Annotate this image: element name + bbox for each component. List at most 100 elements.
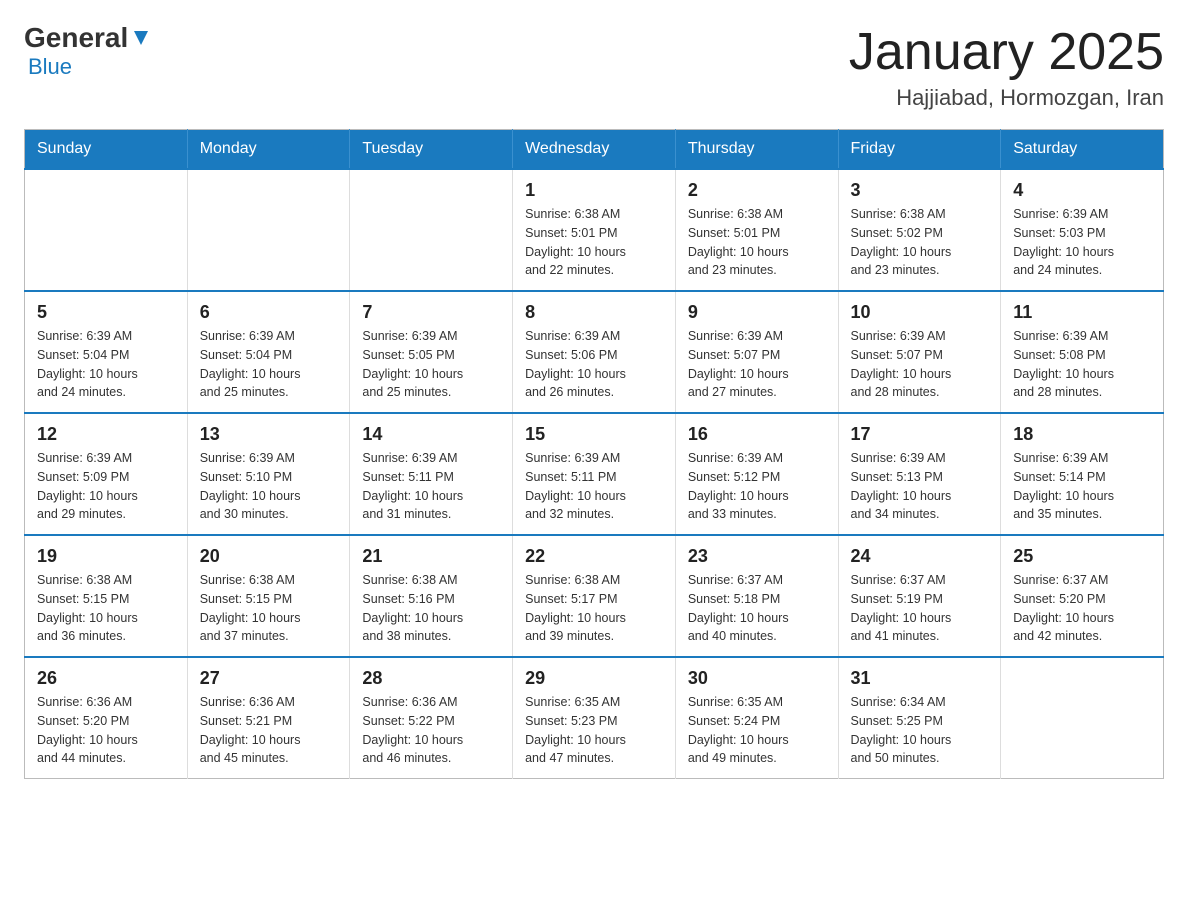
header-monday: Monday [187, 130, 350, 170]
calendar-cell: 24 Sunrise: 6:37 AM Sunset: 5:19 PM Dayli… [838, 535, 1001, 657]
day-info: Sunrise: 6:38 AM Sunset: 5:15 PM Dayligh… [37, 571, 175, 646]
day-info: Sunrise: 6:38 AM Sunset: 5:16 PM Dayligh… [362, 571, 500, 646]
day-number: 15 [525, 424, 663, 445]
day-number: 6 [200, 302, 338, 323]
day-info: Sunrise: 6:39 AM Sunset: 5:14 PM Dayligh… [1013, 449, 1151, 524]
calendar-subtitle: Hajjiabad, Hormozgan, Iran [849, 85, 1164, 111]
calendar-cell: 16 Sunrise: 6:39 AM Sunset: 5:12 PM Dayli… [675, 413, 838, 535]
day-number: 11 [1013, 302, 1151, 323]
day-info: Sunrise: 6:36 AM Sunset: 5:22 PM Dayligh… [362, 693, 500, 768]
day-info: Sunrise: 6:38 AM Sunset: 5:15 PM Dayligh… [200, 571, 338, 646]
day-number: 30 [688, 668, 826, 689]
calendar-cell [187, 169, 350, 291]
calendar-cell: 21Sunrise: 6:38 AM Sunset: 5:16 PM Dayli… [350, 535, 513, 657]
logo-blue-text: Blue [28, 54, 72, 80]
day-info: Sunrise: 6:39 AM Sunset: 5:07 PM Dayligh… [688, 327, 826, 402]
day-number: 31 [851, 668, 989, 689]
day-info: Sunrise: 6:39 AM Sunset: 5:11 PM Dayligh… [362, 449, 500, 524]
calendar-cell: 8 Sunrise: 6:39 AM Sunset: 5:06 PM Daylig… [513, 291, 676, 413]
calendar-week-row: 12Sunrise: 6:39 AM Sunset: 5:09 PM Dayli… [25, 413, 1164, 535]
day-info: Sunrise: 6:38 AM Sunset: 5:01 PM Dayligh… [688, 205, 826, 280]
day-number: 19 [37, 546, 175, 567]
day-info: Sunrise: 6:38 AM Sunset: 5:17 PM Dayligh… [525, 571, 663, 646]
day-number: 9 [688, 302, 826, 323]
calendar-week-row: 5 Sunrise: 6:39 AM Sunset: 5:04 PM Daylig… [25, 291, 1164, 413]
title-block: January 2025 Hajjiabad, Hormozgan, Iran [849, 24, 1164, 111]
day-info: Sunrise: 6:39 AM Sunset: 5:06 PM Dayligh… [525, 327, 663, 402]
calendar-cell: 9 Sunrise: 6:39 AM Sunset: 5:07 PM Daylig… [675, 291, 838, 413]
day-info: Sunrise: 6:39 AM Sunset: 5:08 PM Dayligh… [1013, 327, 1151, 402]
calendar-title: January 2025 [849, 24, 1164, 81]
calendar-cell [1001, 657, 1164, 779]
calendar-cell: 15 Sunrise: 6:39 AM Sunset: 5:11 PM Dayli… [513, 413, 676, 535]
calendar-cell: 29Sunrise: 6:35 AM Sunset: 5:23 PM Dayli… [513, 657, 676, 779]
calendar-cell: 1Sunrise: 6:38 AM Sunset: 5:01 PM Daylig… [513, 169, 676, 291]
day-info: Sunrise: 6:39 AM Sunset: 5:05 PM Dayligh… [362, 327, 500, 402]
calendar-cell: 14 Sunrise: 6:39 AM Sunset: 5:11 PM Dayli… [350, 413, 513, 535]
day-info: Sunrise: 6:36 AM Sunset: 5:21 PM Dayligh… [200, 693, 338, 768]
calendar-header-row: SundayMondayTuesdayWednesdayThursdayFrid… [25, 130, 1164, 170]
day-info: Sunrise: 6:36 AM Sunset: 5:20 PM Dayligh… [37, 693, 175, 768]
calendar-cell: 23Sunrise: 6:37 AM Sunset: 5:18 PM Dayli… [675, 535, 838, 657]
day-info: Sunrise: 6:39 AM Sunset: 5:11 PM Dayligh… [525, 449, 663, 524]
day-info: Sunrise: 6:39 AM Sunset: 5:07 PM Dayligh… [851, 327, 989, 402]
day-number: 25 [1013, 546, 1151, 567]
calendar-week-row: 1Sunrise: 6:38 AM Sunset: 5:01 PM Daylig… [25, 169, 1164, 291]
day-number: 27 [200, 668, 338, 689]
day-number: 4 [1013, 180, 1151, 201]
header-sunday: Sunday [25, 130, 188, 170]
calendar-cell: 31 Sunrise: 6:34 AM Sunset: 5:25 PM Dayli… [838, 657, 1001, 779]
day-number: 12 [37, 424, 175, 445]
day-info: Sunrise: 6:39 AM Sunset: 5:13 PM Dayligh… [851, 449, 989, 524]
calendar-cell: 5 Sunrise: 6:39 AM Sunset: 5:04 PM Daylig… [25, 291, 188, 413]
header-tuesday: Tuesday [350, 130, 513, 170]
calendar-week-row: 26 Sunrise: 6:36 AM Sunset: 5:20 PM Dayli… [25, 657, 1164, 779]
calendar-cell: 25 Sunrise: 6:37 AM Sunset: 5:20 PM Dayli… [1001, 535, 1164, 657]
day-number: 18 [1013, 424, 1151, 445]
day-number: 20 [200, 546, 338, 567]
calendar-cell: 7Sunrise: 6:39 AM Sunset: 5:05 PM Daylig… [350, 291, 513, 413]
page-header: General Blue January 2025 Hajjiabad, Hor… [24, 24, 1164, 111]
day-info: Sunrise: 6:37 AM Sunset: 5:19 PM Dayligh… [851, 571, 989, 646]
calendar-table: SundayMondayTuesdayWednesdayThursdayFrid… [24, 129, 1164, 779]
day-number: 17 [851, 424, 989, 445]
day-number: 8 [525, 302, 663, 323]
calendar-cell: 22Sunrise: 6:38 AM Sunset: 5:17 PM Dayli… [513, 535, 676, 657]
day-number: 10 [851, 302, 989, 323]
header-wednesday: Wednesday [513, 130, 676, 170]
day-number: 14 [362, 424, 500, 445]
calendar-cell: 13 Sunrise: 6:39 AM Sunset: 5:10 PM Dayli… [187, 413, 350, 535]
day-info: Sunrise: 6:39 AM Sunset: 5:03 PM Dayligh… [1013, 205, 1151, 280]
day-info: Sunrise: 6:38 AM Sunset: 5:02 PM Dayligh… [851, 205, 989, 280]
calendar-cell [25, 169, 188, 291]
day-info: Sunrise: 6:39 AM Sunset: 5:04 PM Dayligh… [37, 327, 175, 402]
calendar-week-row: 19 Sunrise: 6:38 AM Sunset: 5:15 PM Dayli… [25, 535, 1164, 657]
day-number: 29 [525, 668, 663, 689]
calendar-cell: 26 Sunrise: 6:36 AM Sunset: 5:20 PM Dayli… [25, 657, 188, 779]
header-thursday: Thursday [675, 130, 838, 170]
day-number: 16 [688, 424, 826, 445]
day-info: Sunrise: 6:38 AM Sunset: 5:01 PM Dayligh… [525, 205, 663, 280]
logo-arrow-icon [130, 27, 152, 49]
day-info: Sunrise: 6:34 AM Sunset: 5:25 PM Dayligh… [851, 693, 989, 768]
day-info: Sunrise: 6:39 AM Sunset: 5:04 PM Dayligh… [200, 327, 338, 402]
day-number: 2 [688, 180, 826, 201]
calendar-cell: 12Sunrise: 6:39 AM Sunset: 5:09 PM Dayli… [25, 413, 188, 535]
calendar-cell [350, 169, 513, 291]
logo-general-text: General [24, 24, 128, 52]
day-number: 13 [200, 424, 338, 445]
calendar-cell: 19 Sunrise: 6:38 AM Sunset: 5:15 PM Dayli… [25, 535, 188, 657]
day-number: 5 [37, 302, 175, 323]
calendar-cell: 10 Sunrise: 6:39 AM Sunset: 5:07 PM Dayli… [838, 291, 1001, 413]
day-number: 26 [37, 668, 175, 689]
day-info: Sunrise: 6:39 AM Sunset: 5:12 PM Dayligh… [688, 449, 826, 524]
calendar-cell: 27 Sunrise: 6:36 AM Sunset: 5:21 PM Dayli… [187, 657, 350, 779]
calendar-cell: 20 Sunrise: 6:38 AM Sunset: 5:15 PM Dayli… [187, 535, 350, 657]
calendar-cell: 17 Sunrise: 6:39 AM Sunset: 5:13 PM Dayli… [838, 413, 1001, 535]
header-friday: Friday [838, 130, 1001, 170]
day-number: 24 [851, 546, 989, 567]
header-saturday: Saturday [1001, 130, 1164, 170]
calendar-cell: 11 Sunrise: 6:39 AM Sunset: 5:08 PM Dayli… [1001, 291, 1164, 413]
day-info: Sunrise: 6:39 AM Sunset: 5:10 PM Dayligh… [200, 449, 338, 524]
day-info: Sunrise: 6:37 AM Sunset: 5:20 PM Dayligh… [1013, 571, 1151, 646]
